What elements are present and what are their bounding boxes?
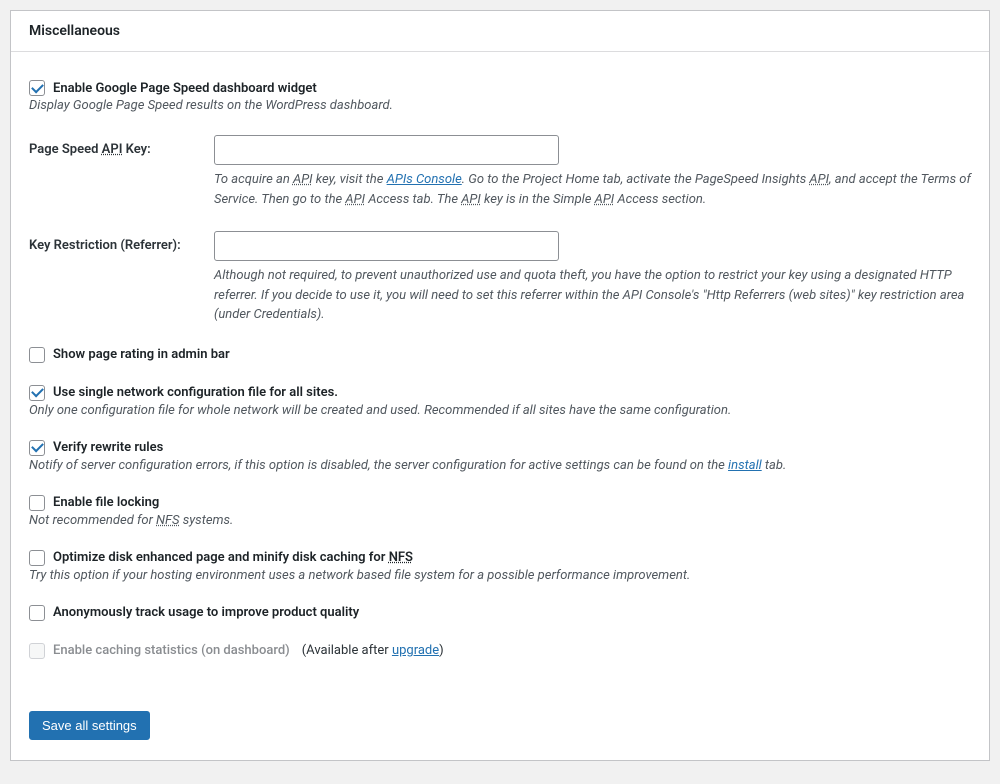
nfs-abbr: NFS	[156, 513, 179, 528]
anon-track-label[interactable]: Anonymously track usage to improve produ…	[53, 605, 359, 620]
setting-api-key: Page Speed API Key: To acquire an API ke…	[29, 135, 971, 209]
file-locking-checkbox[interactable]	[29, 495, 45, 511]
setting-optimize-nfs: Optimize disk enhanced page and minify d…	[29, 550, 971, 583]
api-abbr: API	[102, 142, 123, 157]
key-restriction-label: Key Restriction (Referrer):	[29, 231, 214, 253]
anon-track-checkbox[interactable]	[29, 605, 45, 621]
single-network-label[interactable]: Use single network configuration file fo…	[53, 385, 338, 400]
enable-widget-label[interactable]: Enable Google Page Speed dashboard widge…	[53, 81, 317, 96]
optimize-nfs-label[interactable]: Optimize disk enhanced page and minify d…	[53, 550, 413, 565]
setting-show-rating: Show page rating in admin bar	[29, 347, 971, 363]
optimize-nfs-desc: Try this option if your hosting environm…	[29, 568, 971, 583]
single-network-checkbox[interactable]	[29, 385, 45, 401]
verify-rewrite-label[interactable]: Verify rewrite rules	[53, 440, 163, 455]
setting-verify-rewrite: Verify rewrite rules Notify of server co…	[29, 440, 971, 473]
setting-caching-stats: Enable caching statistics (on dashboard)…	[29, 643, 971, 659]
api-key-label: Page Speed API Key:	[29, 135, 214, 157]
show-rating-label[interactable]: Show page rating in admin bar	[53, 347, 230, 362]
api-key-help: To acquire an API key, visit the APIs Co…	[214, 170, 971, 209]
miscellaneous-panel: Miscellaneous Enable Google Page Speed d…	[10, 10, 990, 761]
setting-key-restriction: Key Restriction (Referrer): Although not…	[29, 231, 971, 325]
caching-stats-checkbox	[29, 643, 45, 659]
install-link[interactable]: install	[728, 458, 762, 473]
setting-single-network: Use single network configuration file fo…	[29, 385, 971, 418]
setting-enable-widget: Enable Google Page Speed dashboard widge…	[29, 80, 971, 113]
caching-stats-label: Enable caching statistics (on dashboard)	[53, 643, 290, 658]
api-key-input[interactable]	[214, 135, 559, 165]
enable-widget-desc: Display Google Page Speed results on the…	[29, 98, 971, 113]
verify-rewrite-desc: Notify of server configuration errors, i…	[29, 458, 971, 473]
upgrade-link[interactable]: upgrade	[392, 643, 439, 658]
verify-rewrite-checkbox[interactable]	[29, 440, 45, 456]
save-button[interactable]: Save all settings	[29, 711, 150, 740]
show-rating-checkbox[interactable]	[29, 347, 45, 363]
single-network-desc: Only one configuration file for whole ne…	[29, 403, 971, 418]
setting-anon-track: Anonymously track usage to improve produ…	[29, 605, 971, 621]
key-restriction-help: Although not required, to prevent unauth…	[214, 266, 971, 325]
panel-title: Miscellaneous	[11, 11, 989, 52]
file-locking-label[interactable]: Enable file locking	[53, 495, 159, 510]
key-restriction-input[interactable]	[214, 231, 559, 261]
caching-stats-note: (Available after upgrade)	[302, 643, 444, 658]
file-locking-desc: Not recommended for NFS systems.	[29, 513, 971, 528]
enable-widget-checkbox[interactable]	[29, 80, 45, 96]
setting-file-locking: Enable file locking Not recommended for …	[29, 495, 971, 528]
optimize-nfs-checkbox[interactable]	[29, 550, 45, 566]
apis-console-link[interactable]: APIs Console	[387, 172, 462, 187]
